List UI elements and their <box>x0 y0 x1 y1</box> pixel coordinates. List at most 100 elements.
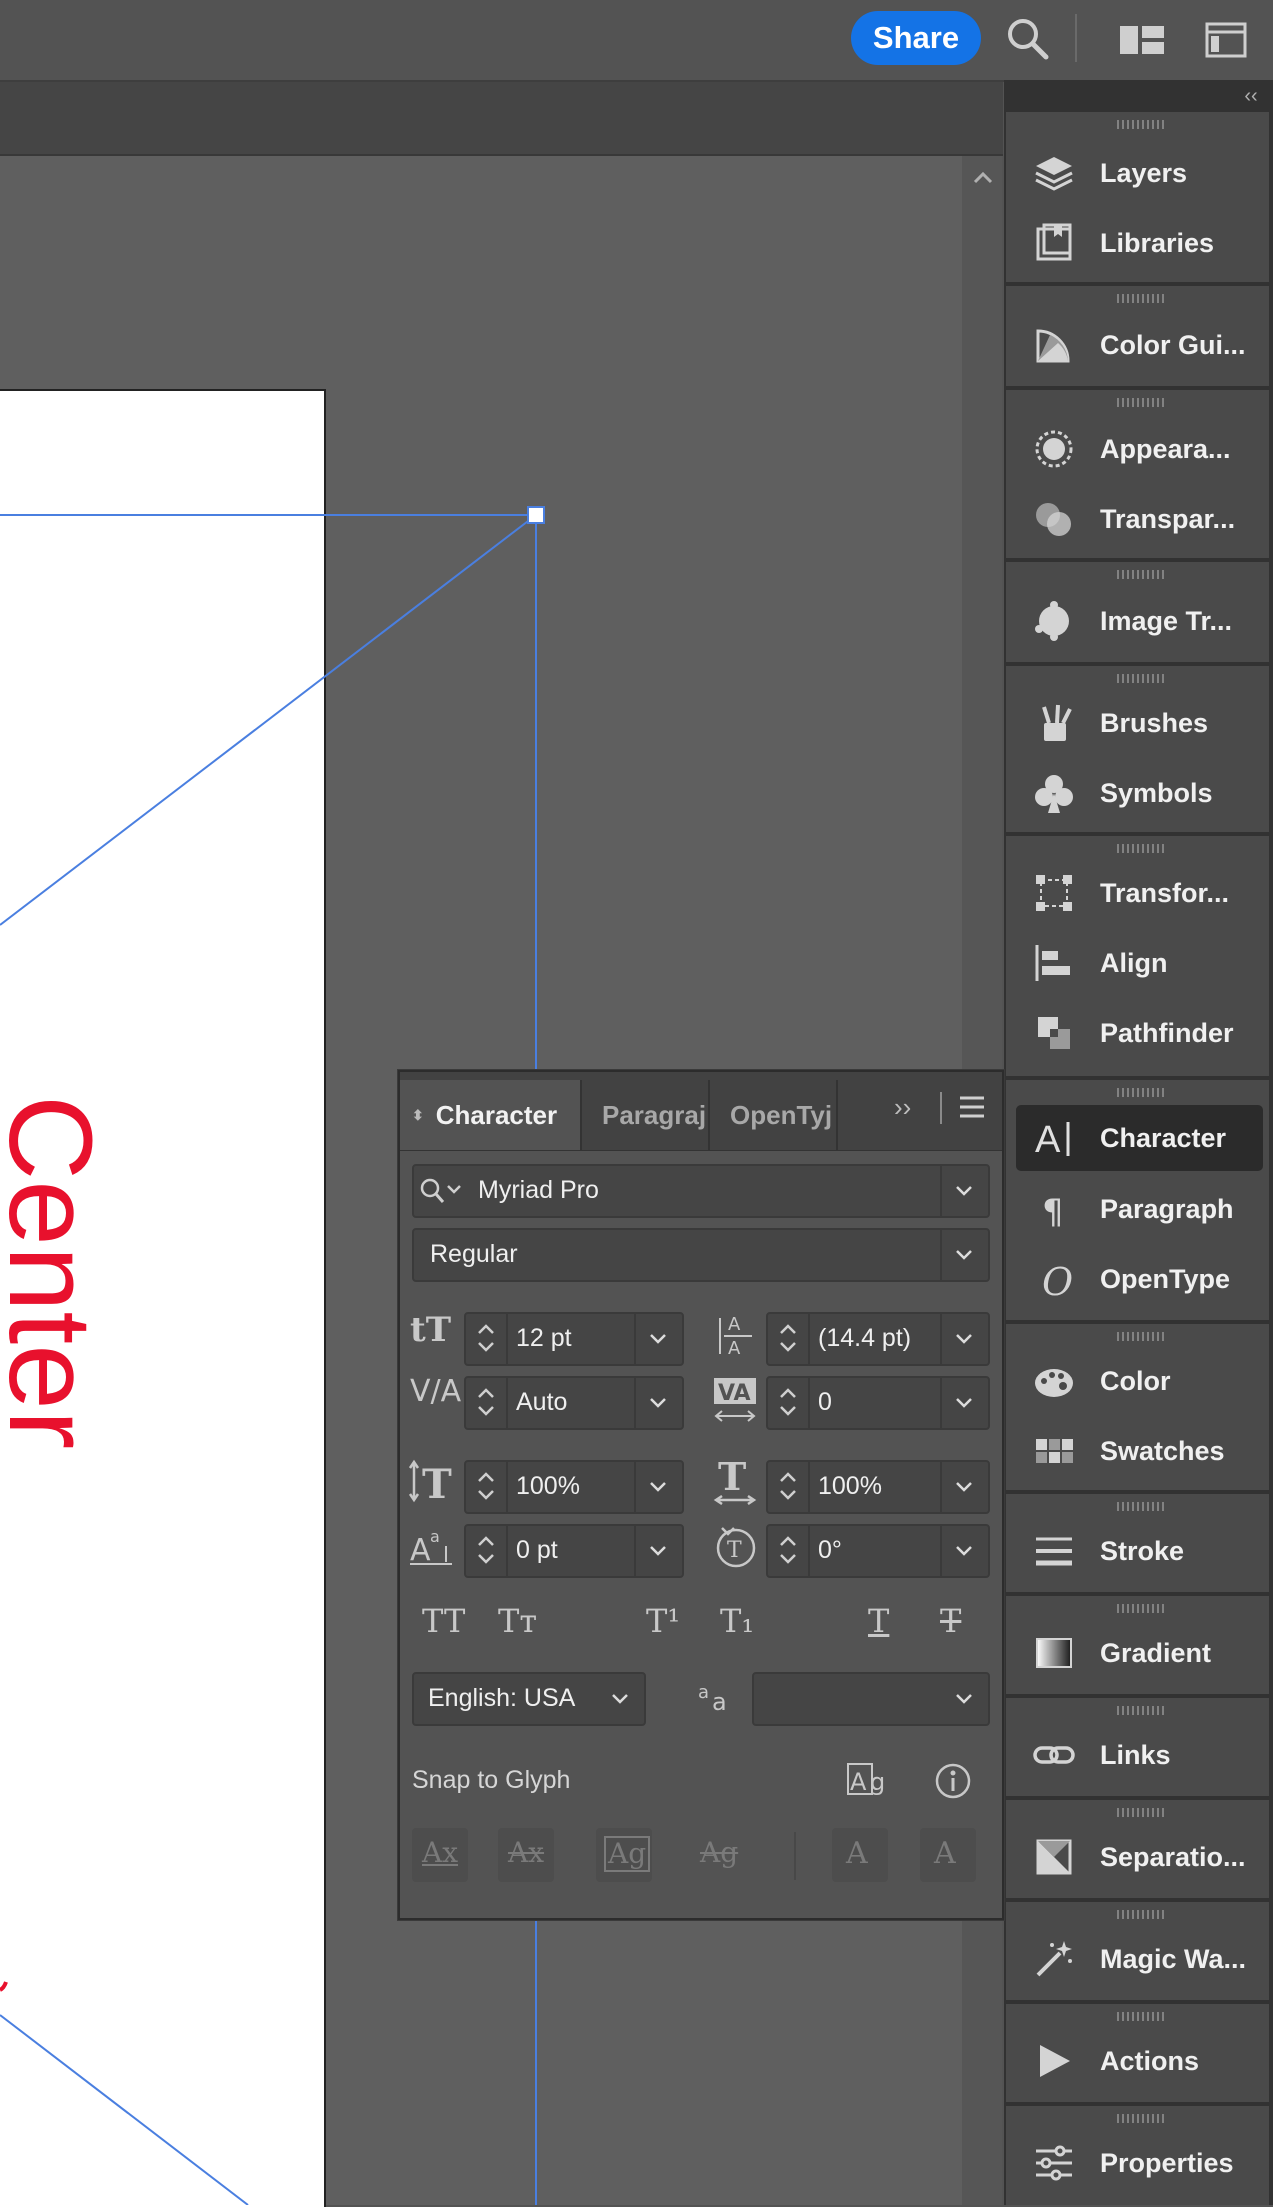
chevron-down-icon[interactable] <box>954 1692 974 1706</box>
dock-item-character[interactable]: A Character <box>1016 1105 1263 1171</box>
grip-icon[interactable] <box>1117 844 1167 853</box>
dock-item-links[interactable]: Links <box>1006 1722 1269 1788</box>
scroll-up-chevron-icon[interactable] <box>968 163 998 193</box>
snap-x-height-button[interactable]: Ax <box>498 1828 554 1882</box>
chevron-down-icon[interactable] <box>954 1480 974 1494</box>
search-icon[interactable] <box>1002 13 1052 63</box>
all-caps-button[interactable]: TT <box>422 1602 465 1640</box>
chevron-down-icon[interactable] <box>954 1184 974 1198</box>
grip-icon[interactable] <box>1117 1088 1167 1097</box>
tab-opentype[interactable]: OpenTyj <box>710 1080 838 1150</box>
dock-item-transform[interactable]: Transfor... <box>1006 860 1269 926</box>
dock-item-align[interactable]: Align <box>1006 930 1269 996</box>
grip-icon[interactable] <box>1117 570 1167 579</box>
more-tabs-icon[interactable]: ›› <box>894 1092 911 1123</box>
character-rotation-field[interactable]: 0° <box>766 1524 990 1578</box>
grip-icon[interactable] <box>1117 2114 1167 2123</box>
chevron-down-icon[interactable] <box>954 1248 974 1262</box>
dock-item-gradient[interactable]: Gradient <box>1006 1620 1269 1686</box>
vertical-scale-field[interactable]: 100% <box>464 1460 684 1514</box>
stepper-icon[interactable] <box>768 1378 808 1426</box>
chevron-down-icon[interactable] <box>648 1332 668 1346</box>
tab-character[interactable]: ⬍ Character <box>400 1080 582 1150</box>
workspace-panel-icon[interactable] <box>1204 20 1248 60</box>
grip-icon[interactable] <box>1117 674 1167 683</box>
dock-item-magic-wand[interactable]: Magic Wa... <box>1006 1926 1269 1992</box>
stepper-icon[interactable] <box>466 1462 506 1510</box>
chevron-down-icon[interactable] <box>648 1396 668 1410</box>
stepper-icon[interactable] <box>466 1526 506 1574</box>
grip-icon[interactable] <box>1117 1502 1167 1511</box>
dock-item-separations[interactable]: Separatio... <box>1006 1824 1269 1890</box>
stepper-icon[interactable] <box>768 1314 808 1362</box>
strikethrough-button[interactable]: T <box>940 1602 961 1640</box>
chevron-down-icon[interactable] <box>954 1544 974 1558</box>
dock-item-appearance[interactable]: Appeara... <box>1006 416 1269 482</box>
dock-item-paragraph[interactable]: ¶ Paragraph <box>1006 1176 1269 1242</box>
font-search-icon[interactable] <box>418 1176 464 1206</box>
dock-item-color-guide[interactable]: Color Gui... <box>1006 312 1269 378</box>
share-button[interactable]: Share <box>851 11 981 65</box>
tab-paragraph[interactable]: Paragraj <box>582 1080 710 1150</box>
snap-glyph-bounds-button[interactable]: Ag <box>596 1828 652 1882</box>
dock-item-stroke[interactable]: Stroke <box>1006 1518 1269 1584</box>
info-icon[interactable] <box>934 1762 972 1800</box>
chevron-down-icon[interactable] <box>954 1332 974 1346</box>
dock-item-transparency[interactable]: Transpar... <box>1006 486 1269 552</box>
grip-icon[interactable] <box>1117 1808 1167 1817</box>
language-select[interactable]: English: USA <box>412 1672 646 1726</box>
underline-button[interactable]: T <box>868 1602 889 1640</box>
dock-item-opentype[interactable]: O OpenType <box>1006 1246 1269 1312</box>
dock-item-image-trace[interactable]: Image Tr... <box>1006 588 1269 654</box>
grip-icon[interactable] <box>1117 1604 1167 1613</box>
horizontal-scale-field[interactable]: 100% <box>766 1460 990 1514</box>
grip-icon[interactable] <box>1117 1332 1167 1341</box>
superscript-button[interactable]: T¹ <box>646 1602 680 1640</box>
dock-item-color[interactable]: Color <box>1006 1348 1269 1414</box>
tracking-field[interactable]: 0 <box>766 1376 990 1430</box>
chevron-down-icon[interactable] <box>648 1480 668 1494</box>
dock-item-properties[interactable]: Properties <box>1006 2130 1269 2196</box>
separations-icon <box>1032 1835 1076 1879</box>
grip-icon[interactable] <box>1117 2012 1167 2021</box>
stepper-icon[interactable] <box>466 1378 506 1426</box>
small-caps-button[interactable]: Tт <box>498 1602 537 1640</box>
dock-item-brushes[interactable]: Brushes <box>1006 690 1269 756</box>
snap-baseline-button[interactable]: Ax <box>412 1828 468 1882</box>
font-family-field[interactable]: Myriad Pro <box>412 1164 990 1218</box>
subscript-button[interactable]: T₁ <box>720 1602 754 1640</box>
artboard[interactable] <box>0 389 326 2207</box>
grip-icon[interactable] <box>1117 120 1167 129</box>
grip-icon[interactable] <box>1117 1706 1167 1715</box>
snap-anchor-button[interactable]: A <box>920 1828 976 1882</box>
glyph-snap-icon[interactable]: Ag <box>846 1760 892 1800</box>
grip-icon[interactable] <box>1117 294 1167 303</box>
stepper-icon[interactable] <box>466 1314 506 1362</box>
font-style-field[interactable]: Regular <box>412 1228 990 1282</box>
chevron-down-icon[interactable] <box>610 1692 630 1706</box>
snap-proximity-button[interactable]: Ag <box>692 1828 748 1882</box>
panel-menu-icon[interactable] <box>958 1094 986 1120</box>
field-divider <box>940 1378 942 1428</box>
collapse-arrows-icon[interactable]: ⬍ <box>412 1107 424 1124</box>
anti-aliasing-select[interactable] <box>752 1672 990 1726</box>
dock-item-layers[interactable]: Layers <box>1006 140 1269 206</box>
leading-field[interactable]: (14.4 pt) <box>766 1312 990 1366</box>
dock-item-pathfinder[interactable]: Pathfinder <box>1006 1000 1269 1066</box>
dock-item-libraries[interactable]: Libraries <box>1006 210 1269 276</box>
baseline-shift-field[interactable]: 0 pt <box>464 1524 684 1578</box>
dock-item-actions[interactable]: Actions <box>1006 2028 1269 2094</box>
stepper-icon[interactable] <box>768 1526 808 1574</box>
dock-item-symbols[interactable]: Symbols <box>1006 760 1269 826</box>
grip-icon[interactable] <box>1117 1910 1167 1919</box>
grip-icon[interactable] <box>1117 398 1167 407</box>
snap-angular-button[interactable]: A <box>832 1828 888 1882</box>
arrange-documents-icon[interactable] <box>1118 22 1166 58</box>
chevron-down-icon[interactable] <box>648 1544 668 1558</box>
kerning-field[interactable]: Auto <box>464 1376 684 1430</box>
stepper-icon[interactable] <box>768 1462 808 1510</box>
dock-item-swatches[interactable]: Swatches <box>1006 1418 1269 1484</box>
chevron-down-icon[interactable] <box>954 1396 974 1410</box>
font-size-field[interactable]: 12 pt <box>464 1312 684 1366</box>
collapse-dock-icon[interactable]: ‹‹ <box>1236 84 1266 108</box>
